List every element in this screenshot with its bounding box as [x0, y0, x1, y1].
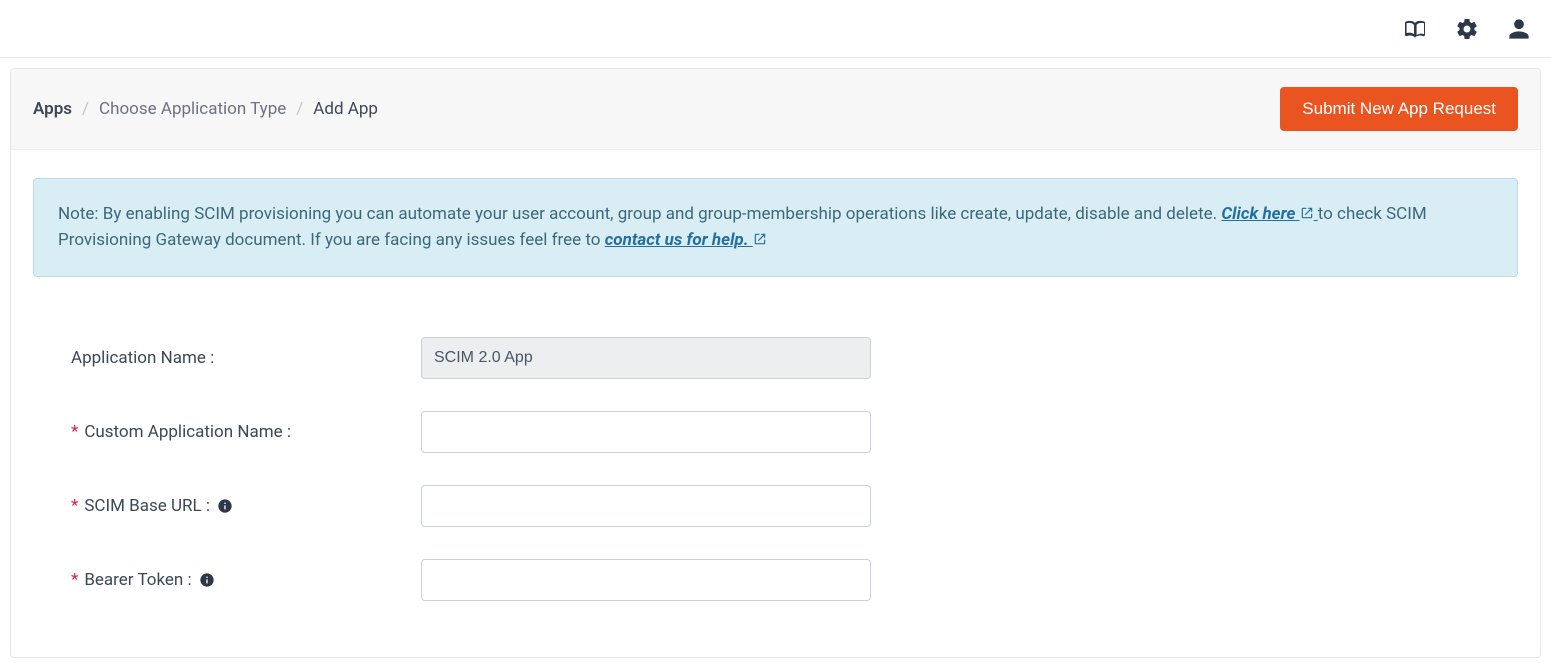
breadcrumb-choose-type[interactable]: Choose Application Type: [99, 99, 286, 119]
label-scim-base-url: * SCIM Base URL :: [51, 496, 421, 516]
book-open-icon[interactable]: [1403, 17, 1427, 41]
label-text: Custom Application Name :: [84, 422, 291, 442]
row-bearer-token: * Bearer Token :: [51, 559, 1500, 601]
breadcrumb-sep: /: [296, 99, 303, 119]
external-link-icon: [753, 228, 767, 242]
row-custom-name: * Custom Application Name :: [51, 411, 1500, 453]
form-area: Application Name : * Custom Application N…: [11, 295, 1540, 657]
info-icon[interactable]: [216, 497, 234, 515]
label-text: Application Name :: [71, 348, 214, 368]
gear-icon[interactable]: [1455, 17, 1479, 41]
breadcrumb-current: Add App: [313, 99, 378, 119]
user-icon[interactable]: [1507, 17, 1531, 41]
required-marker: *: [71, 422, 78, 442]
required-marker: *: [71, 570, 78, 590]
application-name-input: [421, 337, 871, 379]
row-scim-base-url: * SCIM Base URL :: [51, 485, 1500, 527]
contact-us-label: contact us for help.: [605, 230, 749, 250]
submit-new-app-request-button[interactable]: Submit New App Request: [1280, 87, 1518, 131]
topbar: [0, 0, 1551, 58]
click-here-link[interactable]: Click here: [1221, 204, 1317, 224]
page-content: Apps / Choose Application Type / Add App…: [0, 58, 1551, 668]
custom-application-name-input[interactable]: [421, 411, 871, 453]
required-marker: *: [71, 496, 78, 516]
external-link-icon: [1300, 202, 1314, 216]
scim-note: Note: By enabling SCIM provisioning you …: [33, 178, 1518, 277]
breadcrumb-row: Apps / Choose Application Type / Add App…: [11, 69, 1540, 150]
label-bearer-token: * Bearer Token :: [51, 570, 421, 590]
label-custom-name: * Custom Application Name :: [51, 422, 421, 442]
breadcrumb: Apps / Choose Application Type / Add App: [33, 99, 378, 119]
label-text: Bearer Token :: [84, 570, 191, 590]
label-text: SCIM Base URL :: [84, 496, 210, 516]
scim-base-url-input[interactable]: [421, 485, 871, 527]
breadcrumb-apps[interactable]: Apps: [33, 99, 72, 119]
row-application-name: Application Name :: [51, 337, 1500, 379]
note-text-prefix: Note: By enabling SCIM provisioning you …: [58, 204, 1221, 224]
bearer-token-input[interactable]: [421, 559, 871, 601]
contact-us-link[interactable]: contact us for help.: [605, 230, 767, 250]
label-application-name: Application Name :: [51, 348, 421, 368]
main-card: Apps / Choose Application Type / Add App…: [10, 68, 1541, 658]
breadcrumb-sep: /: [82, 99, 89, 119]
info-icon[interactable]: [198, 571, 216, 589]
click-here-label: Click here: [1221, 204, 1295, 224]
